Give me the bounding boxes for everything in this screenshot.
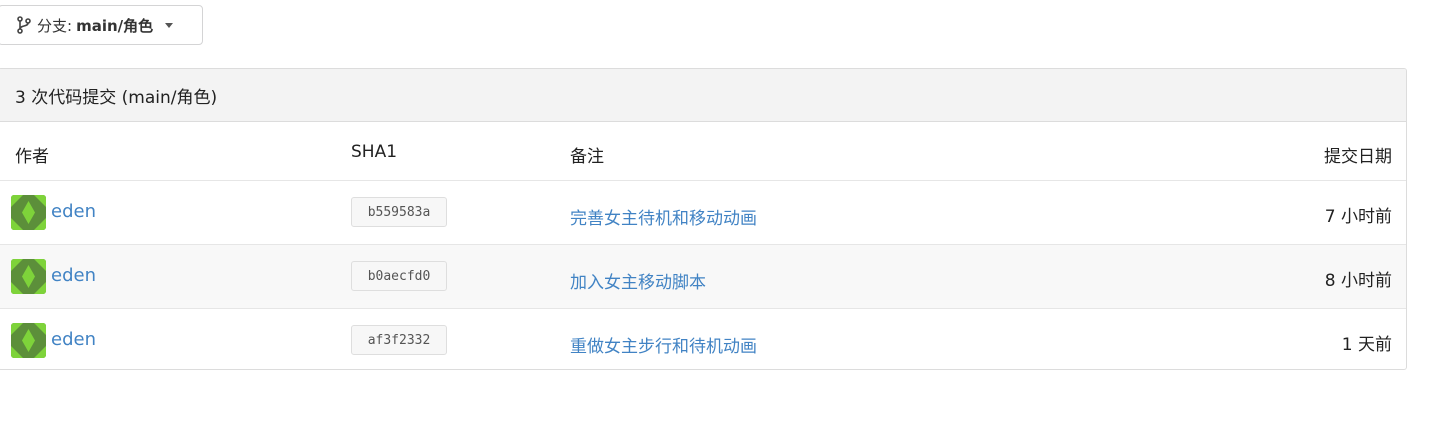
author-link[interactable]: eden [51, 265, 96, 286]
commit-date: 7 小时前 [1324, 207, 1392, 227]
sha-button[interactable]: af3f2332 [351, 325, 447, 355]
commits-header: 3 次代码提交 (main/角色) [0, 69, 1406, 122]
author-link[interactable]: eden [51, 329, 96, 350]
sha-button[interactable]: b0aecfd0 [351, 261, 447, 291]
commit-message-link[interactable]: 完善女主待机和移动动画 [570, 204, 757, 229]
commits-table: 3 次代码提交 (main/角色) 作者 SHA1 备注 提交日期 eden b… [0, 68, 1407, 370]
column-message: 备注 [570, 147, 604, 167]
sha-button[interactable]: b559583a [351, 197, 447, 227]
chevron-down-icon [165, 22, 174, 28]
commit-date: 1 天前 [1341, 335, 1392, 355]
author-link[interactable]: eden [51, 201, 96, 222]
branch-name: main/角色 [76, 16, 154, 35]
avatar[interactable] [11, 195, 46, 230]
column-date: 提交日期 [1324, 147, 1392, 167]
table-row: eden b559583a 完善女主待机和移动动画 7 小时前 [0, 181, 1406, 245]
table-header-row: 作者 SHA1 备注 提交日期 [0, 122, 1406, 181]
table-row: eden b0aecfd0 加入女主移动脚本 8 小时前 [0, 245, 1406, 309]
column-author: 作者 [15, 147, 49, 167]
commit-message-link[interactable]: 加入女主移动脚本 [570, 268, 706, 293]
table-row: eden af3f2332 重做女主步行和待机动画 1 天前 [0, 309, 1406, 369]
column-sha: SHA1 [351, 142, 398, 162]
avatar[interactable] [11, 323, 46, 358]
branch-label: 分支: [37, 16, 73, 35]
branch-selector-button[interactable]: 分支: main/角色 [0, 5, 203, 45]
git-branch-icon [17, 16, 31, 34]
commit-date: 8 小时前 [1324, 271, 1392, 291]
avatar[interactable] [11, 259, 46, 294]
commit-message-link[interactable]: 重做女主步行和待机动画 [570, 332, 757, 357]
